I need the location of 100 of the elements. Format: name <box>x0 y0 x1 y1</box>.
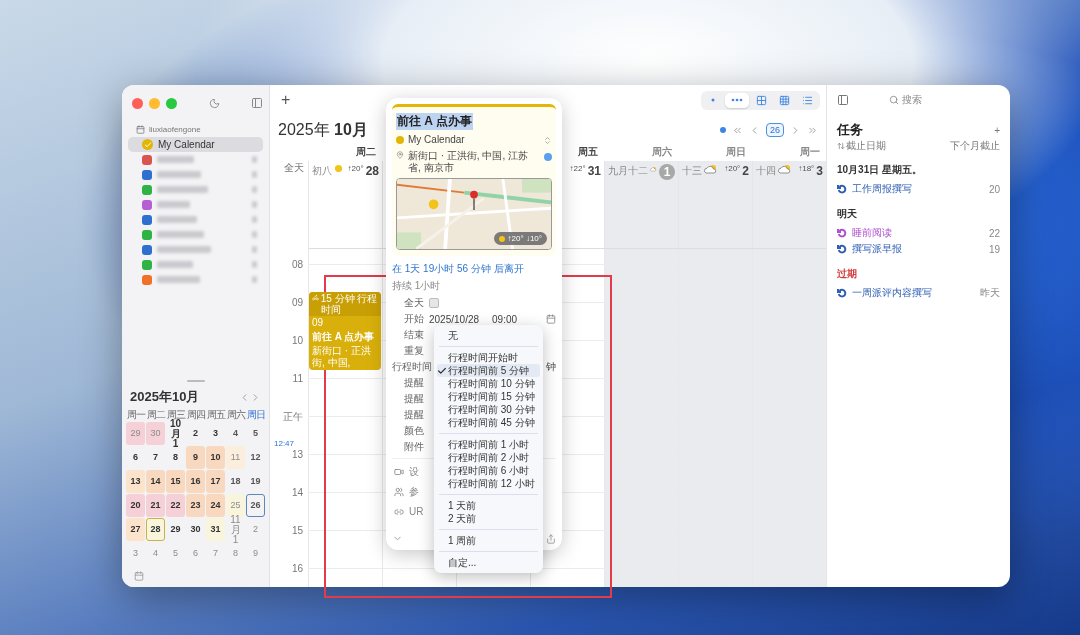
mini-calendar-day[interactable]: 24 <box>206 494 225 517</box>
share-icon[interactable] <box>546 533 556 544</box>
weekday-label: 周日 <box>246 409 265 421</box>
mini-calendar-day[interactable]: 7 <box>146 446 165 469</box>
mini-calendar-day[interactable]: 26 <box>246 494 265 517</box>
menu-item[interactable]: 行程时间前 12 小时 <box>437 477 540 490</box>
weekday-label: 周三 <box>166 409 185 420</box>
add-button[interactable]: + <box>276 90 296 110</box>
task-title[interactable]: 撰写派早报 <box>852 242 902 256</box>
menu-item[interactable]: 1 周前 <box>437 534 540 547</box>
link-icon <box>394 507 404 517</box>
event-time: 09 <box>311 316 325 330</box>
menu-item[interactable]: 行程时间前 45 分钟 <box>437 416 540 429</box>
menu-item[interactable]: 行程时间前 5 分钟 <box>437 364 540 377</box>
field-label: 提醒 <box>403 408 424 422</box>
time-field[interactable]: 09:00 <box>492 313 518 325</box>
mini-calendar-day[interactable]: 16 <box>186 470 205 493</box>
mini-calendar-day[interactable]: 6 <box>126 446 145 469</box>
menu-item[interactable]: 无 <box>437 329 540 342</box>
event-title-field[interactable]: 前往 A 点办事 <box>396 113 473 130</box>
mini-calendar-day[interactable]: 31 <box>206 518 225 541</box>
field-label: 提醒 <box>403 376 424 390</box>
calendar-icon[interactable] <box>546 314 556 324</box>
all-day-checkbox[interactable] <box>429 298 439 308</box>
mini-calendar-day[interactable]: 18 <box>226 470 245 493</box>
calendar-icon[interactable] <box>134 571 144 581</box>
panel-toggle-icon[interactable] <box>837 94 849 106</box>
check-icon <box>437 365 447 376</box>
mini-calendar-day[interactable]: 27 <box>126 518 145 541</box>
mini-calendar-day[interactable]: 28 <box>146 518 165 541</box>
today-button[interactable]: 26 <box>766 123 784 137</box>
leave-time-link[interactable]: 在 1天 19小时 56 分钟 后离开 <box>392 262 556 276</box>
search-field[interactable]: 搜索 <box>889 93 922 107</box>
section-heading: 明天 <box>837 207 858 221</box>
menu-item[interactable]: 行程时间前 15 分钟 <box>437 390 540 403</box>
mini-calendar-day[interactable]: 14 <box>146 470 165 493</box>
calendar-item[interactable]: My Calendar <box>128 137 263 152</box>
filter-control[interactable]: 下个月截止 <box>950 139 1000 153</box>
task-title[interactable]: 睡前阅读 <box>852 226 892 240</box>
day-number[interactable]: 2 <box>742 164 749 178</box>
day-number[interactable]: 3 <box>816 164 823 178</box>
weekday-label: 周四 <box>186 409 205 421</box>
mini-calendar-day[interactable]: 23 <box>186 494 205 517</box>
all-day-label: 全天 <box>284 162 304 173</box>
date-field[interactable]: 2025/10/28 <box>429 313 480 325</box>
mini-calendar-day[interactable]: 20 <box>126 494 145 517</box>
menu-item[interactable]: 行程时间前 30 分钟 <box>437 403 540 416</box>
sort-control[interactable]: 截止日期 <box>837 139 886 153</box>
mini-calendar-day[interactable]: 9 <box>186 446 205 469</box>
link-label[interactable]: UR <box>409 506 424 518</box>
mini-calendar-title: 2025年10月 <box>130 388 200 406</box>
mini-calendar-day[interactable]: 8 <box>166 446 185 469</box>
mini-calendar-day[interactable]: 2 <box>186 422 205 445</box>
field-label: 提醒 <box>403 392 424 406</box>
travel-time: 15 分钟 行程时间 <box>320 293 378 315</box>
mini-calendar-day[interactable]: 3 <box>206 422 225 445</box>
mini-calendar-day[interactable]: 21 <box>146 494 165 517</box>
menu-item[interactable]: 行程时间开始时 <box>437 351 540 364</box>
menu-item[interactable]: 2 天前 <box>437 512 540 525</box>
due-label: 19 <box>988 243 1000 255</box>
menu-item[interactable]: 行程时间前 2 小时 <box>437 451 540 464</box>
temperature: ↑20° <box>724 164 741 173</box>
menu-item[interactable]: 1 天前 <box>437 499 540 512</box>
mini-calendar-day[interactable]: 5 <box>246 422 265 445</box>
mini-calendar-day[interactable]: 12 <box>246 446 265 469</box>
temperature: ↑20° <box>347 164 364 173</box>
link-label[interactable]: 参 <box>409 486 419 498</box>
calendar-selector[interactable]: My Calendar <box>408 134 465 146</box>
day-number[interactable]: 28 <box>365 164 379 178</box>
day-number[interactable]: 31 <box>587 164 601 178</box>
next-month-icon[interactable] <box>250 391 261 403</box>
mini-calendar-day[interactable]: 19 <box>246 470 265 493</box>
sidebar-toggle-icon[interactable] <box>251 97 263 109</box>
mini-calendar-day[interactable]: 17 <box>206 470 225 493</box>
mini-calendar-day[interactable]: 10 <box>206 446 225 469</box>
view-tab[interactable] <box>725 92 749 108</box>
zoom-button[interactable] <box>166 97 177 109</box>
add-task-button[interactable]: + <box>994 124 1000 136</box>
close-button[interactable] <box>132 97 143 109</box>
link-label[interactable]: 设 <box>409 466 419 478</box>
task-title[interactable]: 工作周报撰写 <box>852 182 912 196</box>
mini-calendar-day[interactable]: 13 <box>126 470 145 493</box>
field-label: 行程时间 <box>392 360 432 374</box>
menu-item[interactable]: 行程时间前 6 小时 <box>437 464 540 477</box>
search-icon <box>889 95 899 105</box>
moon-icon[interactable] <box>208 97 220 109</box>
menu-item[interactable]: 行程时间前 10 分钟 <box>437 377 540 390</box>
mini-calendar-day[interactable]: 22 <box>166 494 185 517</box>
weekday-label: 周一 <box>800 146 820 157</box>
mini-calendar-day[interactable]: 15 <box>166 470 185 493</box>
minimize-button[interactable] <box>149 97 160 109</box>
video-icon <box>394 467 404 477</box>
task-title[interactable]: 一周派评内容撰写 <box>852 286 932 300</box>
menu-item[interactable]: 行程时间前 1 小时 <box>437 438 540 451</box>
mini-calendar-day[interactable]: 29 <box>166 518 185 541</box>
menu-item[interactable]: 自定... <box>437 556 540 569</box>
location-button[interactable] <box>544 153 552 161</box>
travel-time-value[interactable]: 钟 <box>546 360 556 374</box>
mini-calendar-day[interactable]: 30 <box>186 518 205 541</box>
mini-calendar-day[interactable]: 4 <box>226 422 245 445</box>
